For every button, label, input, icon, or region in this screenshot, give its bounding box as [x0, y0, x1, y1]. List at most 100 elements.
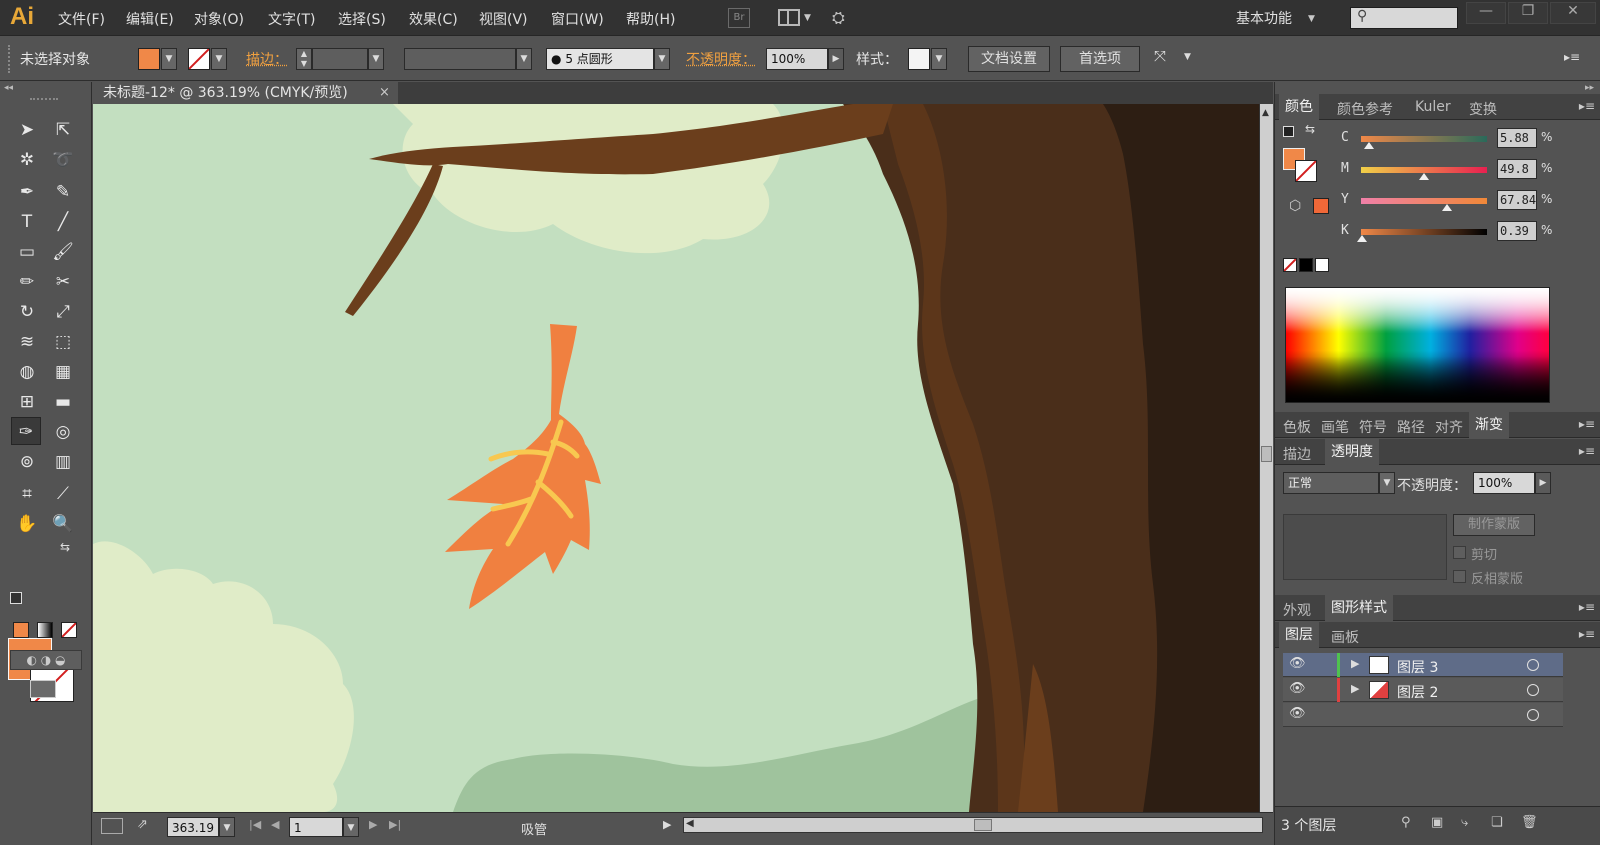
layer-row[interactable]: 👁 [1283, 703, 1563, 727]
locate-object-icon[interactable]: ⚲ [1401, 815, 1411, 830]
bridge-button[interactable]: Br [728, 8, 750, 28]
scissors-tool-icon[interactable]: ✂ [48, 268, 78, 296]
menu-effect[interactable]: 效果(C) [409, 9, 458, 29]
white-swatch[interactable] [1315, 258, 1329, 272]
eye-icon[interactable]: 👁 [1289, 681, 1306, 696]
free-transform-tool-icon[interactable]: ⬚ [48, 328, 78, 356]
chevron-down-icon[interactable]: ▼ [1184, 52, 1191, 62]
next-artboard-icon[interactable]: ▶ [369, 818, 377, 831]
chevron-down-icon[interactable]: ▼ [1308, 14, 1315, 24]
brush-dropdown[interactable]: ▼ [654, 48, 670, 70]
layer-row[interactable]: 👁 ▶ 图层 3 [1283, 653, 1563, 677]
last-artboard-icon[interactable]: ▶| [389, 818, 401, 831]
profile-dropdown[interactable]: ▼ [516, 48, 532, 70]
variable-width-profile[interactable] [404, 48, 516, 70]
close-window-button[interactable]: ✕ [1550, 2, 1596, 24]
style-dropdown[interactable]: ▼ [931, 48, 947, 70]
layer-row[interactable]: 👁 ▶ 图层 2 [1283, 678, 1563, 702]
tab-align[interactable]: 对齐 [1435, 417, 1463, 437]
horizontal-scroll-thumb[interactable] [974, 819, 992, 831]
yellow-value-field[interactable]: 67.84 [1497, 190, 1537, 210]
rotate-tool-icon[interactable]: ↻ [12, 298, 42, 326]
type-tool-icon[interactable]: T [12, 208, 42, 236]
minimize-button[interactable]: — [1466, 2, 1506, 24]
paintbrush-tool-icon[interactable]: 🖌 [48, 238, 78, 266]
stroke-none-swatch[interactable] [188, 48, 210, 70]
menu-file[interactable]: 文件(F) [58, 9, 105, 29]
stroke-weight-field[interactable] [312, 48, 368, 70]
line-segment-tool-icon[interactable]: ╱ [48, 208, 78, 236]
opacity-field[interactable]: 100% [766, 48, 828, 70]
horizontal-scrollbar[interactable]: ◀ [683, 817, 1263, 833]
transparency-opacity-field[interactable]: 100% [1473, 472, 1535, 494]
opacity-panel-link[interactable]: 不透明度： [686, 49, 756, 69]
zoom-dropdown[interactable]: ▼ [219, 817, 235, 837]
menu-select[interactable]: 选择(S) [338, 9, 386, 29]
graphic-style-swatch[interactable] [908, 48, 930, 70]
layer-name[interactable]: 图层 3 [1397, 657, 1438, 677]
target-circle-icon[interactable] [1527, 684, 1539, 696]
shape-builder-tool-icon[interactable]: ◍ [12, 358, 42, 386]
arrange-documents-icon[interactable] [778, 9, 800, 26]
invert-mask-checkbox[interactable] [1453, 570, 1466, 583]
out-of-gamut-cube-icon[interactable]: ⬡ [1289, 198, 1301, 214]
fill-color-swatch[interactable] [138, 48, 160, 70]
stroke-color-box[interactable] [1295, 160, 1317, 182]
artboard-dropdown[interactable]: ▼ [343, 817, 359, 837]
slider-knob[interactable] [1356, 235, 1367, 242]
slider-magenta[interactable]: M 49.8 % [1337, 159, 1597, 181]
gpu-performance-icon[interactable]: ⛭ [832, 8, 858, 28]
tab-artboards[interactable]: 画板 [1331, 627, 1359, 647]
menu-edit[interactable]: 编辑(E) [126, 9, 174, 29]
slider-knob[interactable] [1419, 173, 1429, 180]
stroke-panel-link[interactable]: 描边： [246, 49, 288, 69]
menu-type[interactable]: 文字(T) [268, 9, 315, 29]
color-mode-icon[interactable] [13, 622, 29, 638]
layer-name[interactable]: 图层 2 [1397, 682, 1438, 702]
screen-mode-icon[interactable] [30, 680, 56, 698]
panel-menu-icon[interactable]: ▸≡ [1579, 627, 1595, 641]
column-graph-tool-icon[interactable]: ▥ [48, 448, 78, 476]
panel-menu-icon[interactable]: ▸≡ [1579, 417, 1595, 431]
target-circle-icon[interactable] [1527, 659, 1539, 671]
none-swatch[interactable] [1283, 258, 1297, 272]
zoom-field[interactable]: 363.19 [167, 817, 219, 837]
artboard-canvas[interactable] [93, 104, 1259, 812]
view-icon[interactable] [101, 818, 123, 834]
black-swatch[interactable] [1299, 258, 1313, 272]
tab-kuler[interactable]: Kuler [1415, 99, 1451, 115]
panel-menu-icon[interactable]: ▸≡ [1579, 600, 1595, 614]
tab-graphic-styles[interactable]: 图形样式 [1325, 595, 1393, 621]
vertical-scroll-thumb[interactable] [1261, 446, 1272, 462]
search-input[interactable]: ⚲ [1350, 7, 1458, 29]
eyedropper-tool-icon[interactable]: ✑ [11, 417, 41, 445]
status-menu-arrow-icon[interactable]: ▶ [663, 818, 671, 831]
chevron-down-icon[interactable]: ▼ [804, 13, 811, 23]
width-tool-icon[interactable]: ≋ [12, 328, 42, 356]
drawing-modes-icon[interactable]: ◐ ◑ ◒ [10, 650, 82, 670]
pen-tool-icon[interactable]: ✒ [12, 178, 42, 206]
symbol-sprayer-tool-icon[interactable]: ⊚ [12, 448, 42, 476]
hand-tool-icon[interactable]: ✋ [12, 510, 42, 538]
gradient-mode-icon[interactable] [37, 622, 53, 638]
isolate-mode-icon[interactable]: ⤧ [1154, 47, 1166, 65]
collapse-icon[interactable]: ◂◂ [4, 83, 13, 93]
blend-mode-dropdown[interactable]: ▼ [1379, 472, 1395, 494]
tab-stroke[interactable]: 描边 [1283, 444, 1311, 464]
scroll-up-icon[interactable]: ▲ [1262, 108, 1269, 118]
menu-help[interactable]: 帮助(H) [626, 9, 675, 29]
slider-black[interactable]: K 0.39 % [1337, 221, 1597, 243]
stroke-weight-dropdown[interactable]: ▼ [368, 48, 384, 70]
preferences-button[interactable]: 首选项 [1060, 46, 1140, 72]
rectangle-tool-icon[interactable]: ▭ [12, 238, 42, 266]
slider-track[interactable] [1361, 198, 1487, 204]
artboard-tool-icon[interactable]: ⌗ [12, 480, 42, 508]
target-circle-icon[interactable] [1527, 709, 1539, 721]
fill-dropdown-arrow[interactable]: ▼ [161, 48, 177, 70]
gradient-tool-icon[interactable]: ▬ [48, 388, 78, 416]
magenta-value-field[interactable]: 49.8 [1497, 159, 1537, 179]
tab-symbols[interactable]: 符号 [1359, 417, 1387, 437]
tab-layers[interactable]: 图层 [1279, 622, 1319, 648]
scroll-left-icon[interactable]: ◀ [686, 818, 694, 829]
share-icon[interactable]: ⇗ [137, 817, 148, 832]
